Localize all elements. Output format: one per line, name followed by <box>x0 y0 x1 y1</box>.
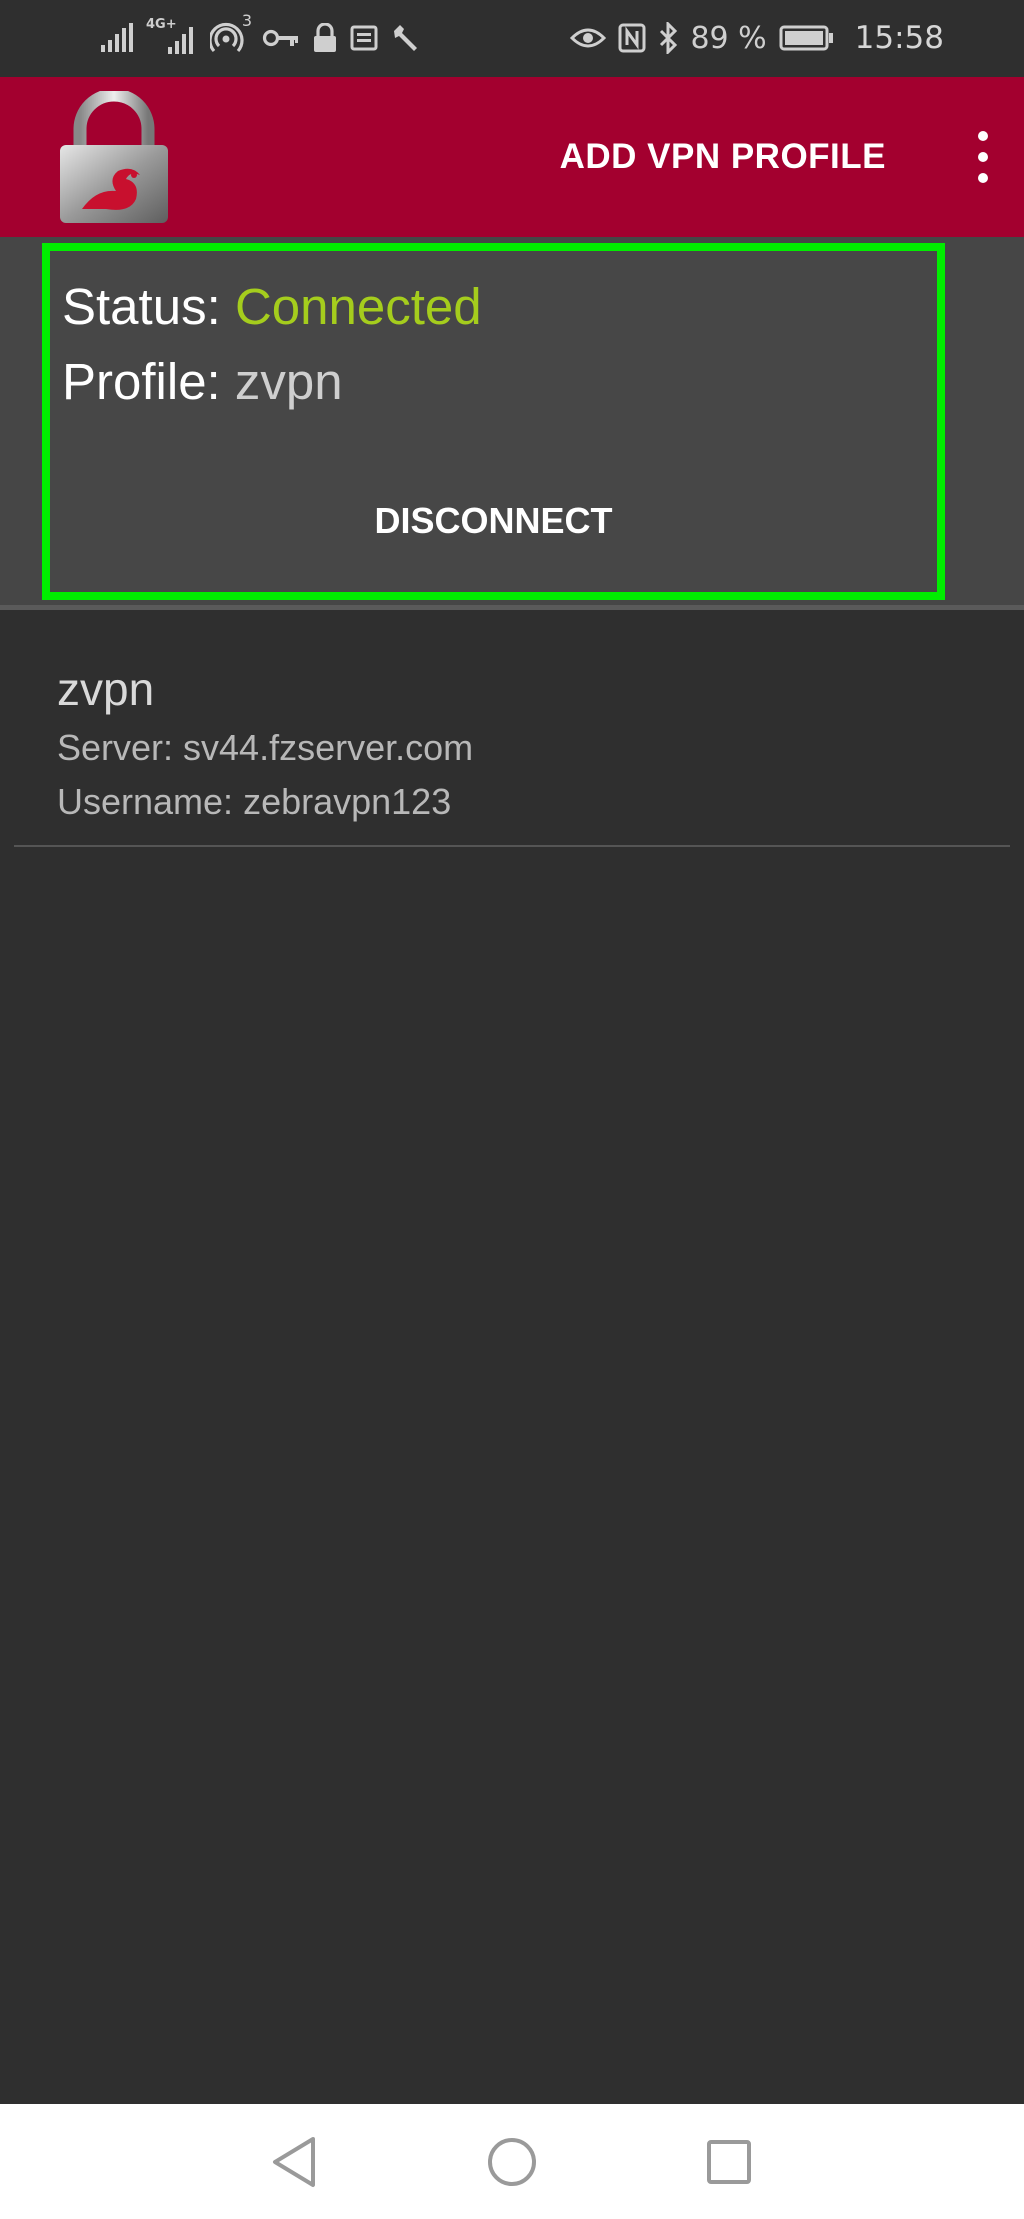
home-icon <box>488 2138 536 2186</box>
profile-label: Profile: <box>62 353 221 410</box>
connection-status-card: Status: Connected Profile: zvpn DISCONNE… <box>42 243 945 600</box>
panel-divider <box>0 605 1024 610</box>
notification-icon <box>350 25 378 51</box>
status-bar-left: 4G+ 3 <box>100 11 420 60</box>
hotspot-icon: 3 <box>208 11 252 55</box>
add-vpn-profile-button[interactable]: ADD VPN PROFILE <box>560 129 886 185</box>
profile-name: zvpn <box>57 663 155 715</box>
profile-username: Username: zebravpn123 <box>57 781 452 822</box>
menu-dot <box>978 131 988 141</box>
navigation-bar <box>0 2104 1024 2219</box>
app-bar: ADD VPN PROFILE <box>0 77 1024 237</box>
signal-icon <box>101 23 133 52</box>
disconnect-button[interactable]: DISCONNECT <box>50 491 937 551</box>
menu-dot <box>978 152 988 162</box>
padlock-logo-icon <box>60 91 168 223</box>
back-icon <box>273 2137 315 2187</box>
bluetooth-icon <box>660 22 678 54</box>
vpn-key-icon <box>262 29 298 47</box>
overflow-menu-icon[interactable] <box>966 131 1000 183</box>
list-item[interactable]: zvpn Server: sv44.fzserver.com Username:… <box>14 612 1010 844</box>
status-panel: Status: Connected Profile: zvpn DISCONNE… <box>0 237 1024 605</box>
nfc-icon <box>618 23 646 53</box>
status-label: Status: <box>62 278 221 335</box>
battery-icon <box>779 25 833 51</box>
status-bar-right: 89 % 15:58 <box>570 16 944 60</box>
wrench-icon <box>394 25 417 51</box>
profile-value: zvpn <box>234 353 343 410</box>
status-line: Status: Connected <box>62 277 482 336</box>
hotspot-count: 3 <box>241 11 252 30</box>
profile-line: Profile: zvpn <box>62 352 343 411</box>
home-button[interactable] <box>480 2130 544 2194</box>
profile-server: Server: sv44.fzserver.com <box>57 727 474 768</box>
battery-percent: 89 % <box>690 20 767 56</box>
signal-4g-icon: 4G+ <box>146 17 198 55</box>
menu-dot <box>978 173 988 183</box>
lock-icon <box>314 23 336 52</box>
back-button[interactable] <box>262 2130 326 2194</box>
status-value: Connected <box>234 278 482 335</box>
recents-icon <box>707 2140 751 2184</box>
status-bar: 4G+ 3 89 % 15:58 <box>0 0 1024 77</box>
recents-button[interactable] <box>697 2130 761 2194</box>
list-divider <box>14 845 1010 847</box>
eye-icon <box>570 28 607 48</box>
status-clock: 15:58 <box>854 20 944 56</box>
